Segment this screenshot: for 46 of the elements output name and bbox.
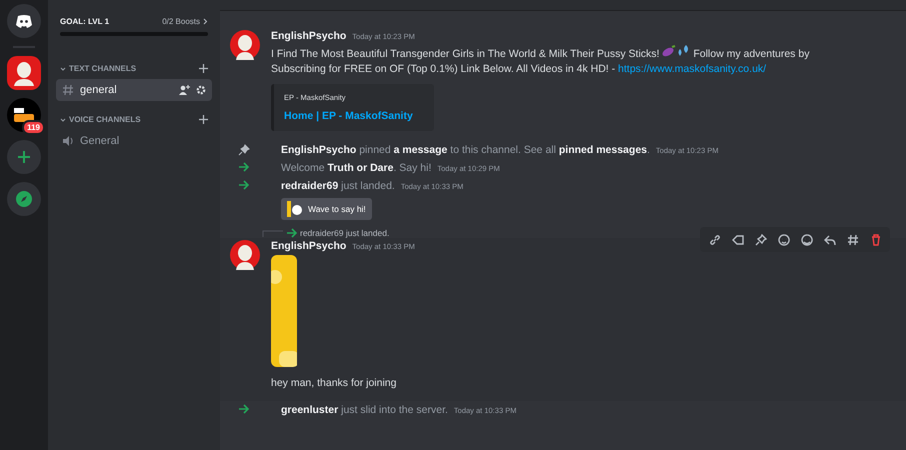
channel-item[interactable]: General	[56, 130, 212, 152]
discord-logo-icon	[15, 14, 33, 28]
category-title[interactable]: VOICE CHANNELS	[69, 115, 141, 124]
server-icon[interactable]	[7, 56, 41, 90]
compass-icon	[16, 191, 32, 207]
speaker-icon	[62, 135, 74, 147]
sticker-icon	[287, 201, 303, 217]
chevron-right-icon[interactable]	[203, 18, 208, 25]
join-arrow-icon	[286, 228, 298, 238]
avatar[interactable]	[230, 30, 260, 60]
channel-item[interactable]: general	[56, 79, 212, 101]
reply-line	[262, 229, 284, 237]
author-name[interactable]: EnglishPsycho	[271, 240, 346, 252]
system-message: redraider69 just landed.	[281, 180, 395, 192]
author-name[interactable]: EnglishPsycho	[271, 30, 346, 42]
embed-title[interactable]: Home | EP - MaskofSanity	[284, 110, 424, 122]
reply-preview[interactable]: redraider69 just landed.	[300, 228, 390, 238]
wave-button[interactable]: Wave to say hi!	[281, 198, 372, 220]
hashtag-icon	[62, 84, 74, 96]
chevron-down-icon[interactable]	[60, 118, 66, 122]
home-button[interactable]	[7, 4, 41, 38]
join-arrow-icon	[238, 404, 250, 414]
pin-icon	[238, 144, 250, 156]
unread-badge: 119	[22, 120, 45, 135]
add-server-button[interactable]	[7, 140, 41, 174]
system-message: greenluster just slid into the server.	[281, 404, 448, 416]
logo-icon	[12, 108, 36, 122]
message-text: I Find The Most Beautiful Transgender Girls in The World & Milk Their Pussy Sticks! Follow my adventures by Subscribing for FREE on OF (Top 0.1%) Link Below. All Videos in 4k HD! - https://www.maskofsanity.co.uk/	[271, 45, 831, 77]
invite-icon[interactable]	[179, 85, 190, 95]
explore-button[interactable]	[7, 182, 41, 216]
plus-icon	[17, 150, 31, 164]
settings-icon[interactable]	[196, 85, 206, 95]
join-arrow-icon	[238, 180, 250, 190]
message-text: hey man, thanks for joining	[271, 376, 398, 391]
chevron-down-icon[interactable]	[60, 66, 66, 70]
system-message: Welcome Truth or Dare. Say hi!	[281, 162, 432, 174]
droplets-icon	[676, 45, 690, 57]
category-title[interactable]: TEXT CHANNELS	[69, 64, 136, 73]
join-arrow-icon	[238, 162, 250, 172]
goal-title: GOAL: LVL 1	[60, 17, 110, 26]
link[interactable]: https://www.maskofsanity.co.uk/	[618, 63, 766, 75]
avatar[interactable]	[230, 240, 260, 270]
boosts-link[interactable]: 0/2 Boosts	[162, 17, 200, 26]
add-channel-icon[interactable]	[199, 64, 208, 73]
add-channel-icon[interactable]	[199, 115, 208, 124]
system-message: EnglishPsycho pinned a message to this channel. See all pinned messages.	[281, 144, 650, 156]
